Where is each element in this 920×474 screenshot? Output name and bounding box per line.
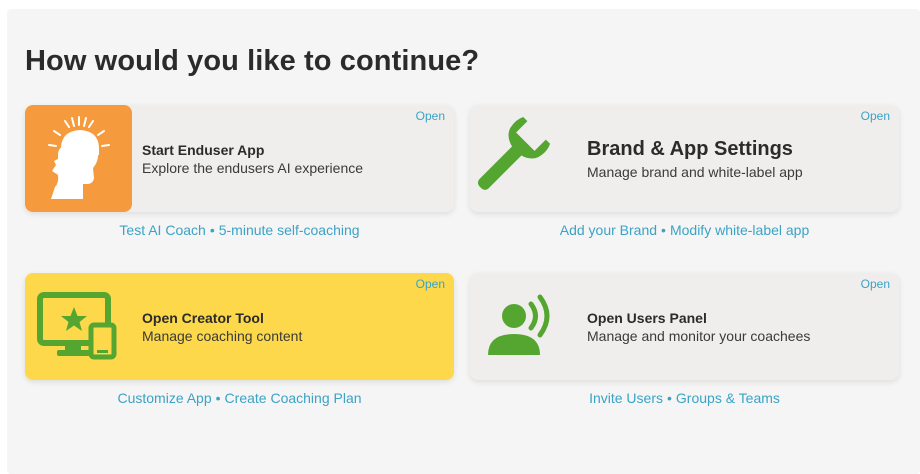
open-link[interactable]: Open [861,109,890,123]
brand-settings-icon-box [470,105,577,212]
link-separator: • [215,390,221,406]
card-description: Manage and monitor your coachees [587,328,811,344]
open-link[interactable]: Open [416,277,445,291]
card-title: Open Users Panel [587,310,707,326]
card-title: Start Enduser App [142,142,265,158]
open-link[interactable]: Open [861,277,890,291]
self-coaching-link[interactable]: 5-minute self-coaching [219,222,360,238]
wrench-icon [477,116,551,190]
brand-app-settings-card[interactable]: Open Brand & App Settings Manage brand a… [470,105,899,212]
monitor-star-icon [37,292,117,360]
page-title: How would you like to continue? [25,45,480,77]
link-separator: • [209,222,215,238]
users-panel-icon-box [470,273,577,380]
enduser-app-links: Test AI Coach • 5-minute self-coaching [25,222,454,238]
card-description: Manage coaching content [142,328,303,344]
users-panel-links: Invite Users • Groups & Teams [470,390,899,406]
head-sun-icon [48,116,110,199]
creator-tool-icon-box [25,273,132,380]
creator-tool-links: Customize App • Create Coaching Plan [25,390,454,406]
card-title: Brand & App Settings [587,138,793,160]
customize-app-link[interactable]: Customize App [117,390,211,406]
open-creator-tool-card[interactable]: Open Open Creator Tool Manage coaching c… [25,273,454,380]
card-description: Manage brand and white-label app [587,164,803,180]
enduser-app-icon-box [25,105,132,212]
create-coaching-plan-link[interactable]: Create Coaching Plan [225,390,362,406]
link-separator: • [667,390,672,406]
modify-white-label-link[interactable]: Modify white-label app [670,222,809,238]
brand-settings-links: Add your Brand • Modify white-label app [470,222,899,238]
user-signal-icon [488,294,550,355]
card-description: Explore the endusers AI experience [142,160,364,176]
open-link[interactable]: Open [416,109,445,123]
groups-teams-link[interactable]: Groups & Teams [676,390,780,406]
link-separator: • [661,222,666,238]
card-title: Open Creator Tool [142,310,264,326]
test-ai-coach-link[interactable]: Test AI Coach [119,222,205,238]
start-enduser-app-card[interactable]: Open Start Enduser App Explore the endus… [25,105,454,212]
open-users-panel-card[interactable]: Open Open Users Panel Manage and monitor… [470,273,899,380]
add-brand-link[interactable]: Add your Brand [560,222,657,238]
invite-users-link[interactable]: Invite Users [589,390,663,406]
